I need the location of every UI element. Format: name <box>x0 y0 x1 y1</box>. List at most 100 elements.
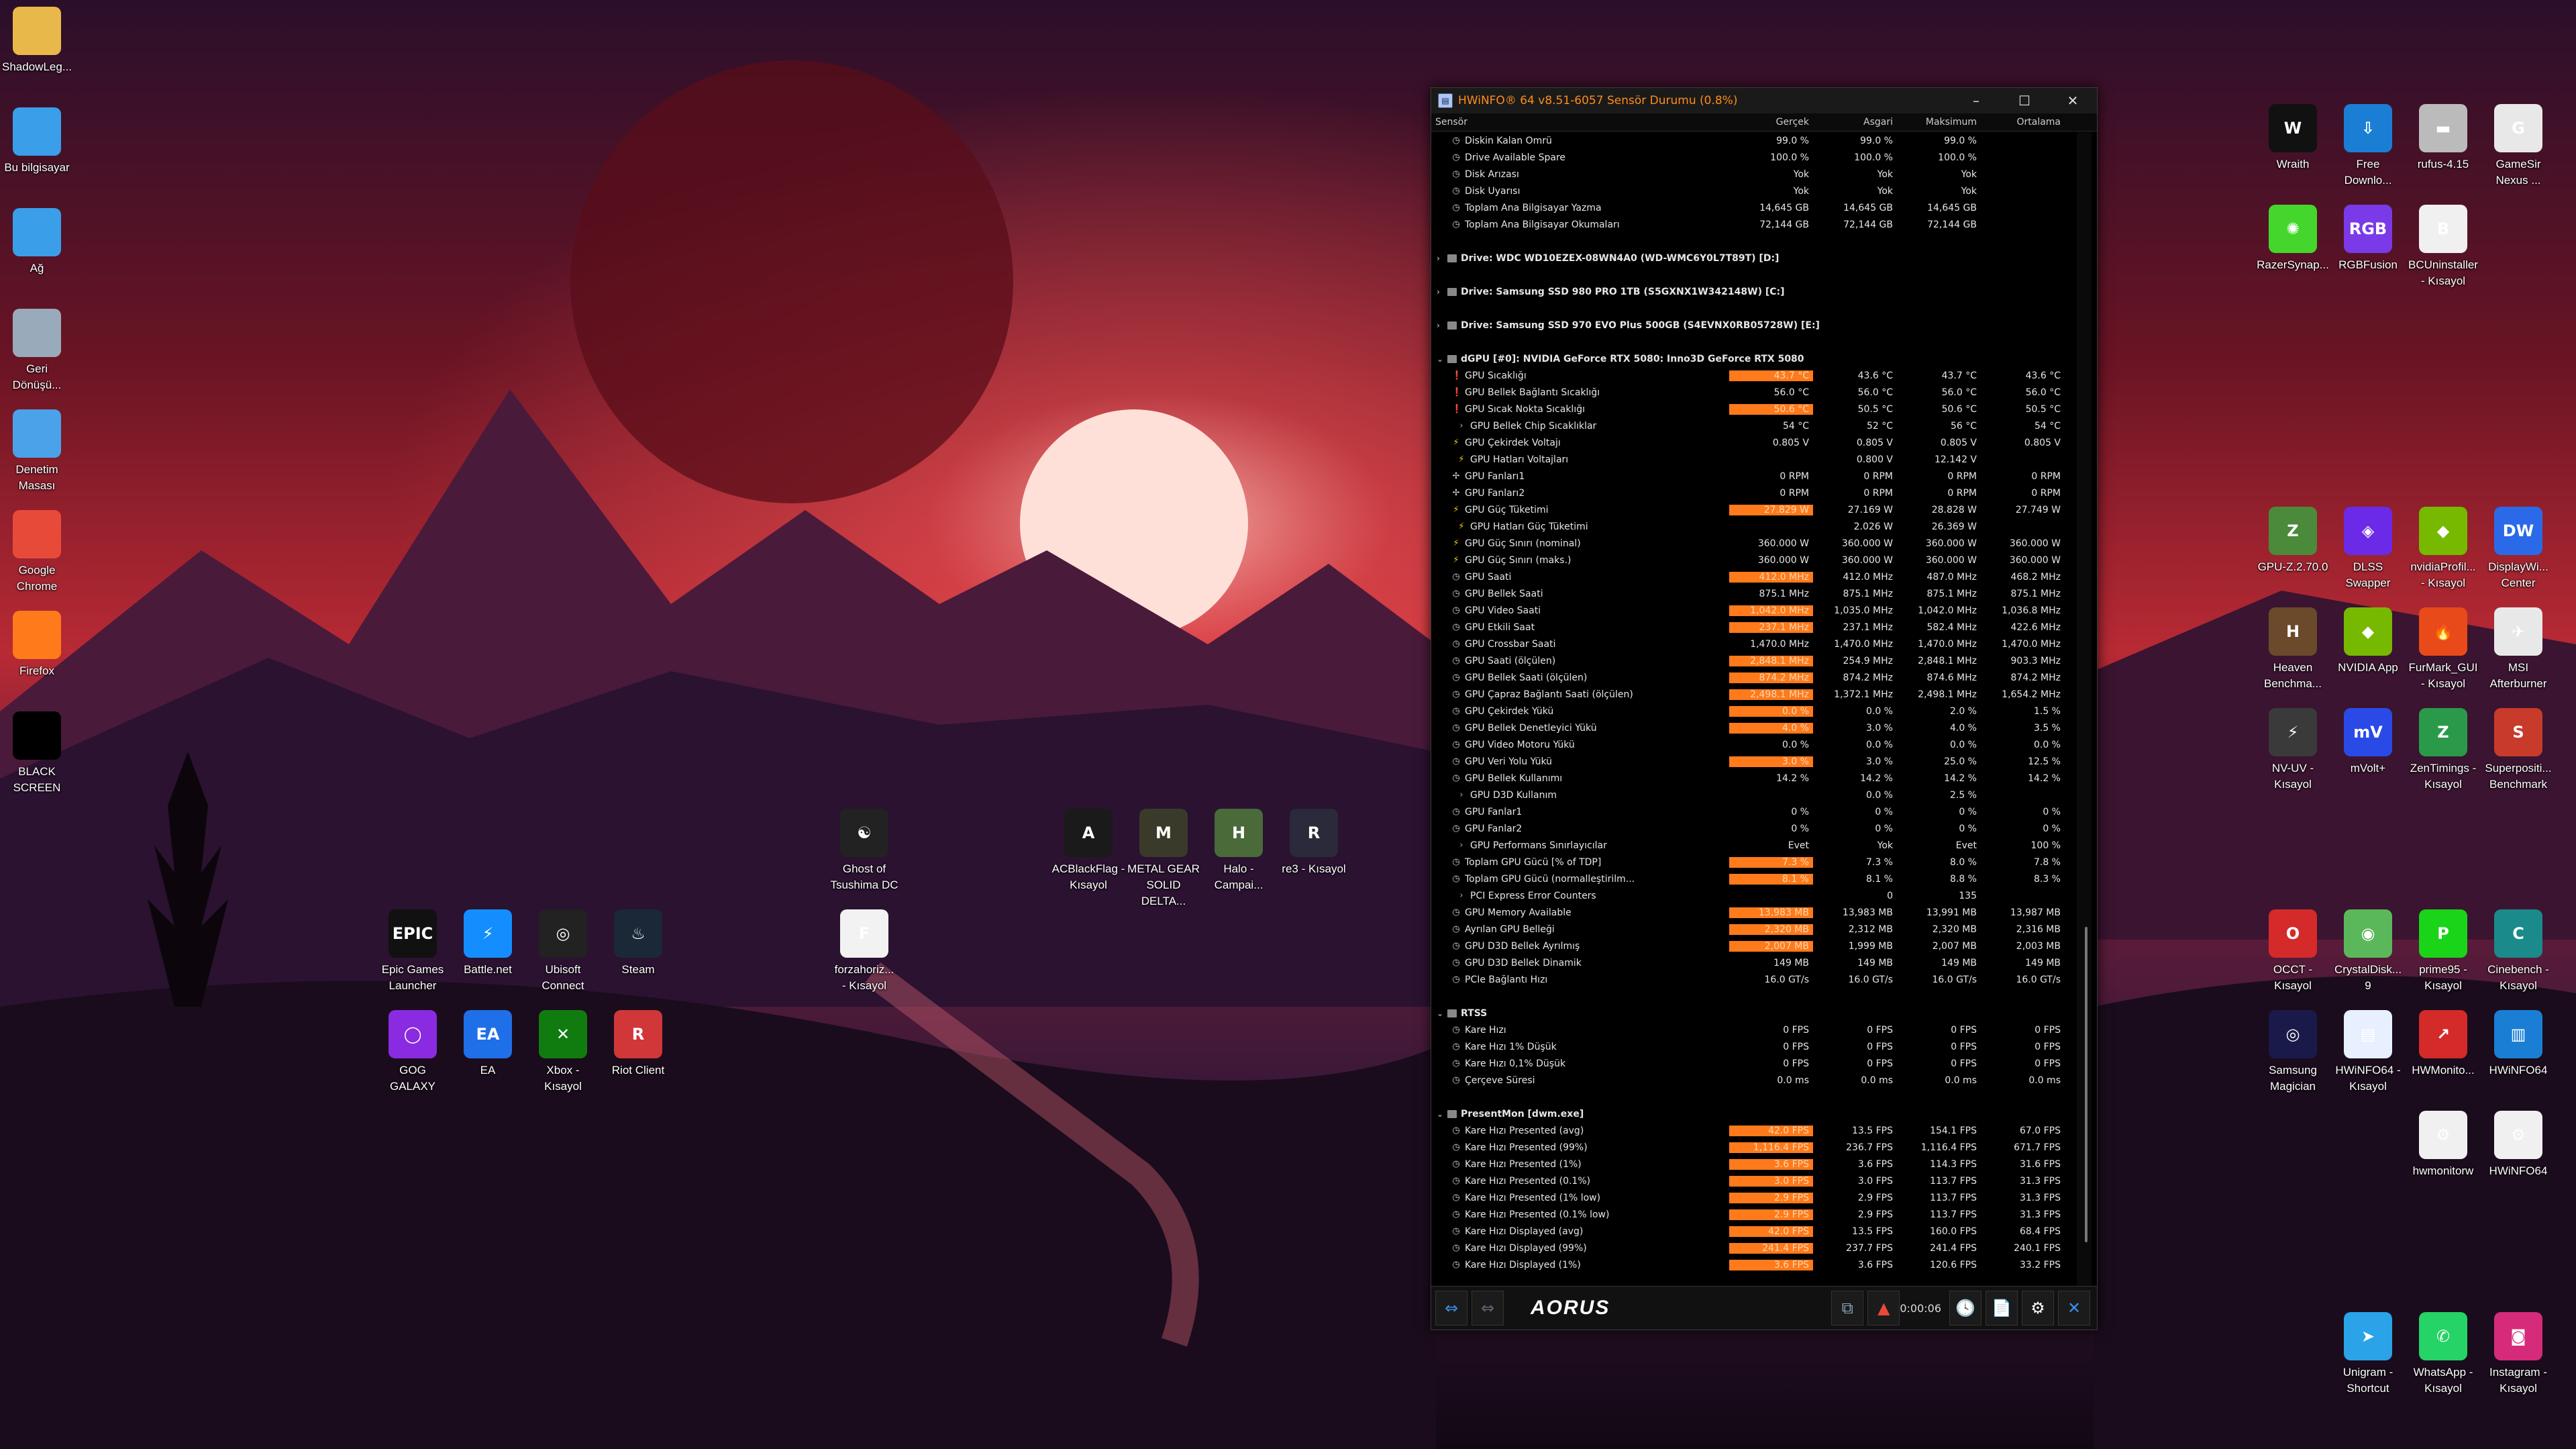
sensor-group[interactable]: › Drive: Samsung SSD 970 EVO Plus 500GB (… <box>1431 320 1968 331</box>
desktop-icon[interactable]: Z GPU-Z.2.70.0 <box>2253 507 2333 575</box>
desktop-icon[interactable]: ⇩ Free Downlo... <box>2328 104 2408 189</box>
expand-chevron-icon[interactable]: ⌄ <box>1437 1109 1447 1119</box>
desktop-icon[interactable]: ⚡ Battle.net <box>448 909 528 978</box>
table-row[interactable]: › GPU Performans Sınırlayıcılar Evet Yok Eve… <box>1431 837 2075 854</box>
table-row[interactable]: ❗ GPU Sıcaklığı 43.7 °C 43.6 °C 43.7 °C 43.6 … <box>1431 367 2075 384</box>
desktop-icon[interactable]: ◯ GOG GALAXY <box>372 1010 453 1095</box>
column-header-sensor[interactable]: Sensör <box>1431 117 1729 128</box>
table-row[interactable]: ◷ GPU D3D Bellek Dinamik 149 MB 149 MB 149 M… <box>1431 954 2075 971</box>
table-row[interactable]: ◷ GPU D3D Bellek Ayrılmış 2,007 MB 1,999 MB… <box>1431 938 2075 954</box>
desktop-icon[interactable]: M METAL GEAR SOLID DELTA... <box>1123 809 1204 909</box>
maximize-button[interactable]: ☐ <box>2000 88 2049 113</box>
expand-chevron-icon[interactable]: › <box>1457 790 1466 800</box>
sensor-group[interactable]: ⌄ dGPU [#0]: NVIDIA GeForce RTX 5080: Inn… <box>1431 354 1968 364</box>
table-row[interactable]: ◷ Kare Hızı 0,1% Düşük 0 FPS 0 FPS 0 FPS 0 FP… <box>1431 1055 2075 1072</box>
table-row[interactable]: ◷ Toplam GPU Gücü (normalleştirilm... 8.1 … <box>1431 870 2075 887</box>
sensor-group-header[interactable]: ⌄ dGPU [#0]: NVIDIA GeForce RTX 5080: Inn… <box>1431 350 2075 367</box>
desktop-icon[interactable]: ➤ Unigram - Shortcut <box>2328 1312 2408 1397</box>
minimize-button[interactable]: – <box>1952 88 2000 113</box>
desktop-icon[interactable]: mV mVolt+ <box>2328 708 2408 777</box>
table-row[interactable]: ◷ Diskin Kalan Ömrü 99.0 % 99.0 % 99.0 % <box>1431 132 2075 149</box>
table-row[interactable]: ⚡ GPU Hatları Güç Tüketimi 2.026 W 26.369 W <box>1431 518 2075 535</box>
desktop-icon[interactable]: Geri Dönüşü... <box>0 309 77 393</box>
collapse-chevron-icon[interactable]: › <box>1437 321 1447 330</box>
vertical-scrollbar[interactable] <box>2077 132 2092 1313</box>
expand-chevron-icon[interactable]: › <box>1457 891 1466 901</box>
desktop-icon[interactable]: Z ZenTimings - Kısayol <box>2403 708 2483 793</box>
close-sensors-button[interactable]: ✕ <box>2058 1291 2091 1326</box>
column-header-average[interactable]: Ortalama <box>1981 117 2065 128</box>
table-row[interactable]: ◷ GPU Bellek Kullanımı 14.2 % 14.2 % 14.2 % 1… <box>1431 770 2075 787</box>
table-row[interactable]: ◷ Kare Hızı 0 FPS 0 FPS 0 FPS 0 FPS <box>1431 1021 2075 1038</box>
table-row[interactable]: ◷ Çerçeve Süresi 0.0 ms 0.0 ms 0.0 ms 0.0 ms <box>1431 1072 2075 1089</box>
clock-reset-button[interactable]: 🕓 <box>1949 1291 1982 1326</box>
table-row[interactable]: › PCI Express Error Counters 0 135 <box>1431 887 2075 904</box>
desktop-icon[interactable]: O OCCT - Kısayol <box>2253 909 2333 994</box>
table-row[interactable]: ⚡ GPU Güç Tüketimi 27.829 W 27.169 W 28.828 … <box>1431 501 2075 518</box>
table-row[interactable]: ✢ GPU Fanları2 0 RPM 0 RPM 0 RPM 0 RPM <box>1431 485 2075 501</box>
table-row[interactable]: ◷ GPU Etkili Saat 237.1 MHz 237.1 MHz 582.4 … <box>1431 619 2075 636</box>
sensor-group-header[interactable]: › Drive: Samsung SSD 980 PRO 1TB (S5GXNX1… <box>1431 283 2075 300</box>
expand-chevron-icon[interactable]: ⌄ <box>1437 1009 1447 1018</box>
table-row[interactable]: ⚡ GPU Hatları Voltajları 0.800 V 12.142 V <box>1431 451 2075 468</box>
table-row[interactable]: ◷ GPU Veri Yolu Yükü 3.0 % 3.0 % 25.0 % 12.5 … <box>1431 753 2075 770</box>
desktop-icon[interactable]: ◈ DLSS Swapper <box>2328 507 2408 591</box>
desktop-icon[interactable]: BLACK SCREEN <box>0 711 77 796</box>
scrollbar-thumb[interactable] <box>2085 927 2088 1242</box>
expand-chevron-icon[interactable]: ⌄ <box>1437 354 1447 364</box>
desktop-icon[interactable]: Denetim Masası <box>0 409 77 494</box>
desktop-icon[interactable]: ✈ MSI Afterburner <box>2478 607 2559 692</box>
desktop-icon[interactable]: ✕ Xbox - Kısayol <box>523 1010 603 1095</box>
desktop-icon[interactable]: EA EA <box>448 1010 528 1079</box>
table-row[interactable]: ◷ Kare Hızı Displayed (99%) 241.4 FPS 237.7… <box>1431 1240 2075 1256</box>
collapse-chevron-icon[interactable]: › <box>1437 254 1447 263</box>
desktop-icon[interactable]: Rre3 - Kısayol <box>1274 809 1354 877</box>
desktop-icon[interactable]: 🔥 FurMark_GUI - Kısayol <box>2403 607 2483 692</box>
desktop-icon[interactable]: G GameSir Nexus ... <box>2478 104 2559 189</box>
table-row[interactable]: ◷ Ayrılan GPU Belleği 2,320 MB 2,312 MB 2,32… <box>1431 921 2075 938</box>
desktop-icon[interactable]: Google Chrome <box>0 510 77 595</box>
desktop-icon[interactable]: ⚡ NV-UV - Kısayol <box>2253 708 2333 793</box>
desktop-icon[interactable]: ✺ RazerSynap... <box>2253 205 2333 273</box>
desktop-icon[interactable]: ↗ HWMonito... <box>2403 1010 2483 1079</box>
column-header-current[interactable]: Gerçek <box>1729 117 1813 128</box>
table-row[interactable]: ◷ Kare Hızı Presented (1% low) 2.9 FPS 2.9 … <box>1431 1189 2075 1206</box>
desktop-icon[interactable]: R Riot Client <box>598 1010 678 1079</box>
desktop-icon[interactable]: B BCUninstaller - Kısayol <box>2403 205 2483 289</box>
desktop-icon[interactable]: ▤ HWiNFO64 - Kısayol <box>2328 1010 2408 1095</box>
desktop-icon[interactable]: ⚙ hwmonitorw <box>2403 1111 2483 1179</box>
desktop-icon[interactable]: ◆ NVIDIA App <box>2328 607 2408 676</box>
nav-arrows-secondary-button[interactable]: ⇔ <box>1472 1291 1504 1326</box>
desktop-icon[interactable]: ▬ rufus-4.15 <box>2403 104 2483 172</box>
table-row[interactable]: ◷ Kare Hızı Presented (0.1%) 3.0 FPS 3.0 FP… <box>1431 1172 2075 1189</box>
table-row[interactable]: ◷ Kare Hızı Presented (avg) 42.0 FPS 13.5 F… <box>1431 1122 2075 1139</box>
table-row[interactable]: › GPU D3D Kullanım 0.0 % 2.5 % <box>1431 787 2075 803</box>
desktop-icon[interactable]: ◙ Instagram - Kısayol <box>2478 1312 2559 1397</box>
desktop-icon[interactable]: RGB RGBFusion <box>2328 205 2408 273</box>
table-row[interactable]: ◷ GPU Saati 412.0 MHz 412.0 MHz 487.0 MHz 468… <box>1431 568 2075 585</box>
desktop-icon[interactable]: H Heaven Benchma... <box>2253 607 2333 692</box>
table-row[interactable]: ⚡ GPU Çekirdek Voltajı 0.805 V 0.805 V 0.805… <box>1431 434 2075 451</box>
table-row[interactable]: ◷ GPU Fanlar1 0 % 0 % 0 % 0 % <box>1431 803 2075 820</box>
expand-chevron-icon[interactable]: › <box>1457 840 1466 850</box>
table-row[interactable]: ◷ GPU Saati (ölçülen) 2,848.1 MHz 254.9 MHz… <box>1431 652 2075 669</box>
table-row[interactable]: ◷ Kare Hızı 1% Düşük 0 FPS 0 FPS 0 FPS 0 FPS <box>1431 1038 2075 1055</box>
table-row[interactable]: ◷ Kare Hızı Presented (99%) 1,116.4 FPS 236… <box>1431 1139 2075 1156</box>
table-row[interactable]: ❗ GPU Sıcak Nokta Sıcaklığı 50.6 °C 50.5 °C… <box>1431 401 2075 417</box>
table-row[interactable]: ◷ GPU Memory Available 13,983 MB 13,983 MB 1… <box>1431 904 2075 921</box>
table-row[interactable]: ✢ GPU Fanları1 0 RPM 0 RPM 0 RPM 0 RPM <box>1431 468 2075 485</box>
report-button[interactable]: 📄 <box>1986 1291 2018 1326</box>
desktop-icon[interactable]: ◆ nvidiaProfil... - Kısayol <box>2403 507 2483 591</box>
table-row[interactable]: ◷ Kare Hızı Presented (0.1% low) 2.9 FPS 2.… <box>1431 1206 2075 1223</box>
desktop-icon[interactable]: ♨ Steam <box>598 909 678 978</box>
desktop-icon[interactable]: S Superpositi... Benchmark <box>2478 708 2559 793</box>
table-row[interactable]: ◷ Kare Hızı Presented (1%) 3.6 FPS 3.6 FPS 1… <box>1431 1156 2075 1172</box>
desktop-icon[interactable]: C Cinebench - Kısayol <box>2478 909 2559 994</box>
table-row[interactable]: ⚡ GPU Güç Sınırı (maks.) 360.000 W 360.000 … <box>1431 552 2075 568</box>
desktop-icon[interactable]: ◎ Samsung Magician <box>2253 1010 2333 1095</box>
table-row[interactable]: ◷ GPU Çekirdek Yükü 0.0 % 0.0 % 2.0 % 1.5 % <box>1431 703 2075 719</box>
table-row[interactable]: ◷ GPU Video Saati 1,042.0 MHz 1,035.0 MHz 1,… <box>1431 602 2075 619</box>
sensor-group-header[interactable]: ⌄ RTSS <box>1431 1005 2075 1021</box>
sensor-group-header[interactable]: › Drive: Samsung SSD 970 EVO Plus 500GB (… <box>1431 317 2075 334</box>
desktop-icon[interactable]: ☯ Ghost of Tsushima DC <box>824 809 905 893</box>
